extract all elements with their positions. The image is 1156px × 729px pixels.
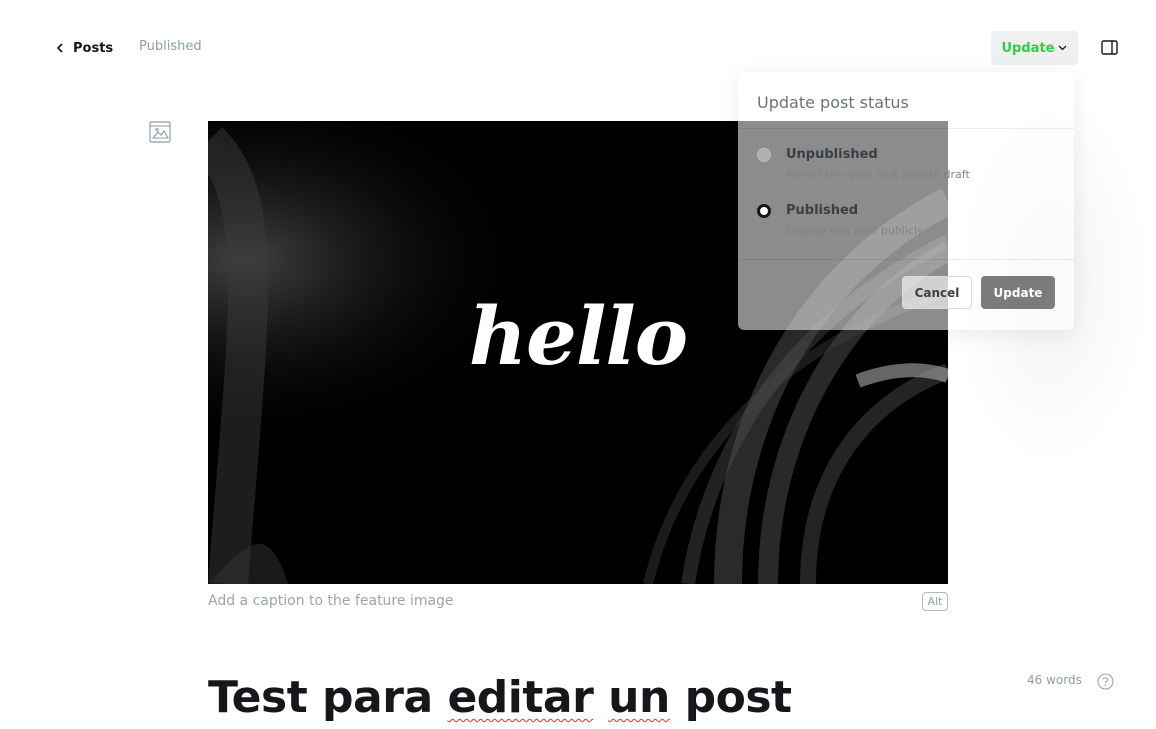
- chevron-left-icon: [56, 43, 63, 53]
- post-title-part: editar: [447, 672, 594, 723]
- image-caption-input[interactable]: Add a caption to the feature image: [208, 593, 454, 609]
- update-status-popover: Update post status Unpublished Revert th…: [738, 72, 1074, 330]
- post-title[interactable]: Test para editar un post: [208, 672, 792, 723]
- popover-title: Update post status: [757, 93, 909, 112]
- confirm-update-button[interactable]: Update: [981, 276, 1055, 309]
- post-title-part: un: [608, 672, 670, 723]
- divider: [738, 128, 1074, 129]
- divider: [738, 259, 1074, 260]
- alt-text-button[interactable]: Alt: [922, 592, 948, 611]
- back-label: Posts: [73, 40, 114, 56]
- update-dropdown-button[interactable]: Update: [991, 31, 1078, 65]
- post-status-text: Published: [139, 39, 202, 54]
- radio-unpublished[interactable]: [757, 148, 771, 162]
- option-description: Revert this post to a private draft: [786, 168, 970, 181]
- word-count: 46 words: [1027, 673, 1082, 687]
- option-description: Display this post publicly: [786, 224, 924, 237]
- question-circle-icon[interactable]: [1097, 673, 1114, 690]
- post-title-part: post: [684, 672, 792, 723]
- option-label: Published: [786, 203, 859, 218]
- update-label: Update: [1001, 40, 1055, 56]
- cancel-button[interactable]: Cancel: [902, 276, 972, 309]
- chevron-down-icon: [1059, 45, 1067, 51]
- option-label: Unpublished: [786, 147, 878, 162]
- radio-published[interactable]: [757, 204, 771, 218]
- post-title-part: Test para: [208, 672, 433, 723]
- post-editor: Posts Published Update hello Add a capti…: [0, 0, 1156, 729]
- image-icon[interactable]: [149, 121, 171, 143]
- sidebar-toggle-icon[interactable]: [1101, 40, 1118, 55]
- back-to-posts-link[interactable]: Posts: [56, 38, 113, 58]
